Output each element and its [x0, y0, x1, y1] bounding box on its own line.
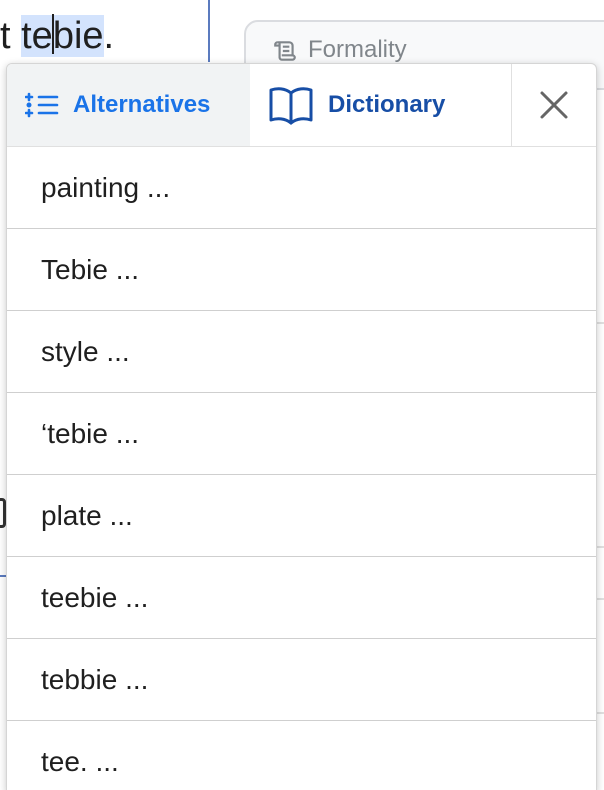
list-item[interactable]: Tebie ...	[7, 229, 596, 311]
list-item-label: style ...	[41, 335, 130, 367]
column-divider	[208, 0, 210, 62]
list-item[interactable]: teebie ...	[7, 557, 596, 639]
list-item-label: Tebie ...	[41, 253, 140, 285]
suggestions-popup: Alternatives Dictionary painting ... Teb…	[6, 63, 597, 790]
tab-alternatives[interactable]: Alternatives	[7, 64, 250, 146]
close-icon	[540, 91, 568, 119]
text-after: .	[103, 15, 115, 57]
selected-word-part-2: bie	[52, 15, 104, 57]
selected-word[interactable]: tebie	[21, 14, 104, 57]
list-item[interactable]: tebbie ...	[7, 639, 596, 721]
list-item[interactable]: tee. ...	[7, 721, 596, 790]
popup-tabs: Alternatives Dictionary	[7, 64, 596, 147]
scroll-icon	[274, 41, 296, 61]
list-item[interactable]: painting ...	[7, 147, 596, 229]
tab-dictionary-label: Dictionary	[328, 91, 446, 118]
list-item[interactable]: plate ...	[7, 475, 596, 557]
list-item-label: tebbie ...	[41, 663, 149, 695]
formality-label: Formality	[308, 36, 407, 63]
list-item-label: painting ...	[41, 171, 171, 203]
document-text-line[interactable]: t tebie.	[0, 12, 114, 60]
text-before: t	[0, 15, 22, 57]
list-item-label: tee. ...	[41, 745, 119, 777]
tab-alternatives-label: Alternatives	[73, 91, 211, 118]
close-button[interactable]	[511, 64, 596, 146]
list-item-label: teebie ...	[41, 581, 149, 613]
list-item-label: ‘tebie ...	[41, 417, 140, 449]
suggestion-list: painting ... Tebie ... style ... ‘tebie …	[7, 147, 596, 790]
tab-dictionary[interactable]: Dictionary	[250, 64, 511, 146]
app-stage: t tebie. Formality Alternatives Dictiona…	[0, 0, 604, 790]
list-item[interactable]: ‘tebie ...	[7, 393, 596, 475]
list-alternatives-icon	[25, 92, 59, 118]
list-item-label: plate ...	[41, 499, 133, 531]
selected-word-part-1: te	[21, 15, 53, 57]
book-icon	[269, 87, 313, 125]
list-item[interactable]: style ...	[7, 311, 596, 393]
